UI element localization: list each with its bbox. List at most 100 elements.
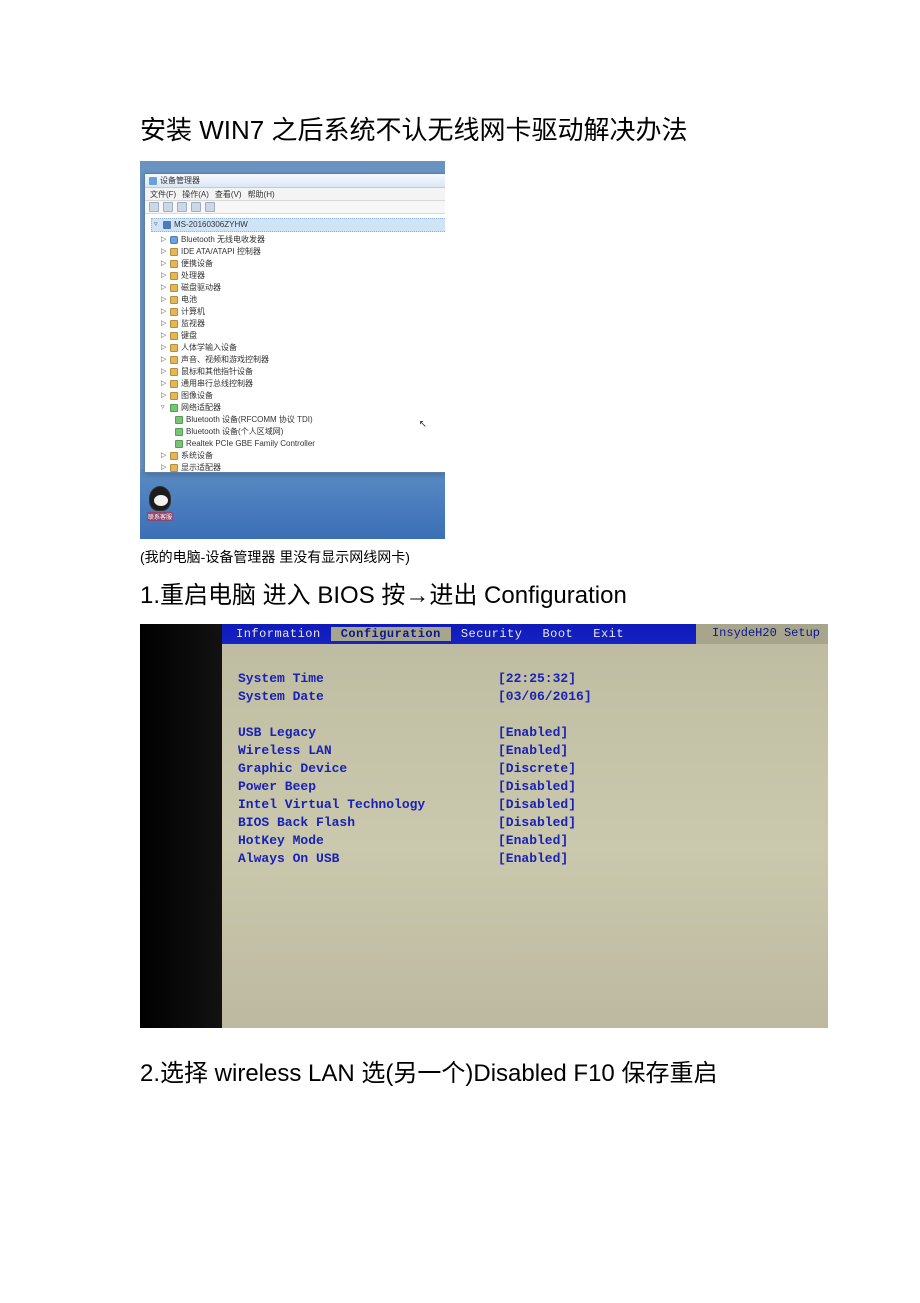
- cursor-icon: ↖: [419, 419, 427, 430]
- toolbar-button[interactable]: [177, 202, 187, 212]
- network-adapter-icon: [175, 416, 183, 424]
- tree-child-label: Bluetooth 设备(个人区域网): [186, 426, 283, 438]
- expand-icon: ▷: [161, 366, 167, 378]
- tree-node-label: 便携设备: [181, 258, 213, 270]
- tree-node[interactable]: ▷图像设备: [151, 390, 445, 402]
- tree-node[interactable]: ▷通用串行总线控制器: [151, 378, 445, 390]
- desktop-shortcut-qq[interactable]: 联系客服: [147, 486, 173, 521]
- tree-node[interactable]: ▷Bluetooth 无线电收发器: [151, 234, 445, 246]
- bios-tab-exit[interactable]: Exit: [583, 627, 634, 641]
- device-manager-window: 设备管理器 文件(F) 操作(A) 查看(V) 帮助(H) ▿ MS-20160…: [144, 173, 445, 473]
- expand-icon: ▷: [161, 270, 167, 282]
- expand-icon: ▷: [161, 234, 167, 246]
- bios-setting-label: Always On USB: [238, 850, 498, 868]
- device-category-icon: [170, 452, 178, 460]
- bios-tab-security[interactable]: Security: [451, 627, 533, 641]
- bios-screenshot: InsydeH20 Setup Information Configuratio…: [140, 624, 828, 1028]
- tree-node[interactable]: ▷显示适配器: [151, 462, 445, 474]
- bios-setting-row[interactable]: Wireless LAN[Enabled]: [238, 742, 824, 760]
- expand-icon: ▷: [161, 258, 167, 270]
- bios-setting-value: [Enabled]: [498, 724, 568, 742]
- network-adapter-icon: [175, 428, 183, 436]
- device-category-icon: [170, 404, 178, 412]
- tree-node[interactable]: ▷处理器: [151, 270, 445, 282]
- expand-icon: ▷: [161, 330, 167, 342]
- bios-setting-value: [Enabled]: [498, 832, 568, 850]
- tree-child-label: Realtek PCIe GBE Family Controller: [186, 438, 315, 450]
- tree-node-label: 通用串行总线控制器: [181, 378, 253, 390]
- tree-node-child[interactable]: Bluetooth 设备(RFCOMM 协议 TDI): [151, 414, 445, 426]
- bios-setting-label: BIOS Back Flash: [238, 814, 498, 832]
- device-category-icon: [170, 464, 178, 472]
- tree-node-label: IDE ATA/ATAPI 控制器: [181, 246, 261, 258]
- expand-icon: ▿: [161, 402, 167, 414]
- tree-node[interactable]: ▷声音、视频和游戏控制器: [151, 354, 445, 366]
- expand-icon: ▷: [161, 354, 167, 366]
- window-title-text: 设备管理器: [160, 175, 200, 186]
- menu-file[interactable]: 文件(F): [150, 189, 176, 200]
- toolbar-button[interactable]: [191, 202, 201, 212]
- tree-node[interactable]: ▷监视器: [151, 318, 445, 330]
- bios-setting-row[interactable]: Graphic Device[Discrete]: [238, 760, 824, 778]
- bios-setting-label: System Date: [238, 688, 498, 706]
- tree-node[interactable]: ▷计算机: [151, 306, 445, 318]
- devmgr-icon: [149, 177, 157, 185]
- bios-setting-row[interactable]: HotKey Mode[Enabled]: [238, 832, 824, 850]
- bios-tab-information[interactable]: Information: [226, 627, 331, 641]
- bios-setting-row[interactable]: Power Beep[Disabled]: [238, 778, 824, 796]
- bios-setting-row[interactable]: USB Legacy[Enabled]: [238, 724, 824, 742]
- tree-node[interactable]: ▷电池: [151, 294, 445, 306]
- bios-tab-configuration[interactable]: Configuration: [331, 627, 451, 641]
- device-category-icon: [170, 320, 178, 328]
- tree-node[interactable]: ▷磁盘驱动器: [151, 282, 445, 294]
- document-page: 安装 WIN7 之后系统不认无线网卡驱动解决办法 设备管理器 文件(F) 操作(…: [0, 0, 920, 1179]
- device-category-icon: [170, 296, 178, 304]
- bios-setting-row[interactable]: Always On USB[Enabled]: [238, 850, 824, 868]
- device-category-icon: [170, 380, 178, 388]
- bios-setting-label: Wireless LAN: [238, 742, 498, 760]
- bios-setting-row[interactable]: System Date[03/06/2016]: [238, 688, 824, 706]
- bios-setting-value: [Disabled]: [498, 814, 576, 832]
- bios-setting-label: Graphic Device: [238, 760, 498, 778]
- bios-setting-row[interactable]: System Time[22:25:32]: [238, 670, 824, 688]
- toolbar-button[interactable]: [163, 202, 173, 212]
- menu-action[interactable]: 操作(A): [182, 189, 209, 200]
- tree-node-label: 电池: [181, 294, 197, 306]
- bios-setting-row[interactable]: Intel Virtual Technology[Disabled]: [238, 796, 824, 814]
- tree-node[interactable]: ▷系统设备: [151, 450, 445, 462]
- tree-node[interactable]: ▷键盘: [151, 330, 445, 342]
- menu-help[interactable]: 帮助(H): [248, 189, 275, 200]
- qq-label: 联系客服: [147, 512, 173, 521]
- toolbar-button[interactable]: [149, 202, 159, 212]
- tree-node-child[interactable]: Realtek PCIe GBE Family Controller: [151, 438, 445, 450]
- device-category-icon: [170, 308, 178, 316]
- tree-node[interactable]: ▷ 鼠标和其他指针设备: [151, 366, 445, 378]
- bios-setting-row[interactable]: BIOS Back Flash[Disabled]: [238, 814, 824, 832]
- tree-node-label: 鼠标和其他指针设备: [181, 366, 253, 378]
- tree-root[interactable]: ▿ MS-20160306ZYHW: [151, 218, 445, 232]
- tree-node[interactable]: ▷IDE ATA/ATAPI 控制器: [151, 246, 445, 258]
- expand-icon: ▷: [161, 342, 167, 354]
- expand-icon: ▷: [161, 450, 167, 462]
- device-category-icon: [170, 272, 178, 280]
- root-label: MS-20160306ZYHW: [174, 219, 248, 231]
- device-category-icon: [170, 344, 178, 352]
- device-category-icon: [170, 332, 178, 340]
- photo-black-border: [140, 624, 222, 1028]
- computer-icon: [163, 221, 171, 229]
- tree-child-label: Bluetooth 设备(RFCOMM 协议 TDI): [186, 414, 313, 426]
- tree-node-child[interactable]: Bluetooth 设备(个人区域网): [151, 426, 445, 438]
- device-category-icon: [170, 248, 178, 256]
- tree-node-label: 人体学输入设备: [181, 342, 237, 354]
- tree-node[interactable]: ▷ 人体学输入设备: [151, 342, 445, 354]
- bios-tab-boot[interactable]: Boot: [532, 627, 583, 641]
- tree-node[interactable]: ▿网络适配器: [151, 402, 445, 414]
- bios-setting-label: USB Legacy: [238, 724, 498, 742]
- toolbar-button[interactable]: [205, 202, 215, 212]
- expand-icon: ▷: [161, 306, 167, 318]
- bios-setting-label: Power Beep: [238, 778, 498, 796]
- menu-view[interactable]: 查看(V): [215, 189, 242, 200]
- tree-node[interactable]: ▷ 便携设备: [151, 258, 445, 270]
- tree-node-label: 磁盘驱动器: [181, 282, 221, 294]
- bios-setting-label: System Time: [238, 670, 498, 688]
